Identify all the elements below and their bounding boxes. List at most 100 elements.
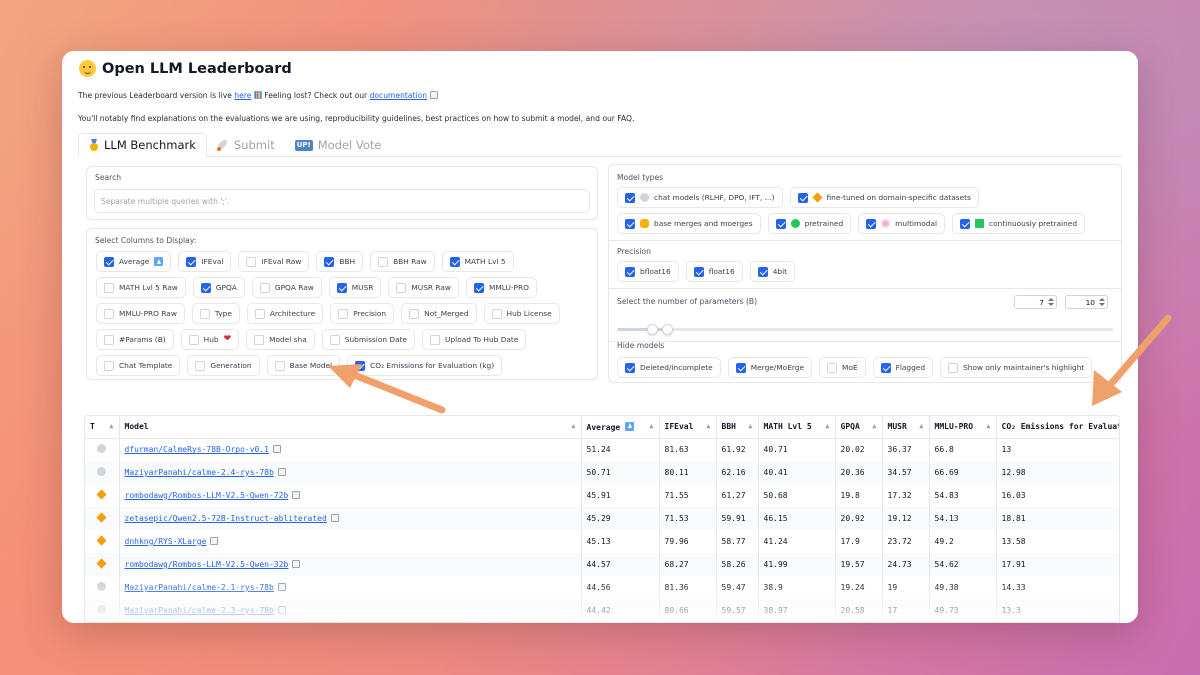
slider-thumb-min[interactable] [646,324,658,335]
checkbox-model_types-3[interactable]: pretrained [767,213,852,234]
checkbox-box[interactable] [274,360,285,371]
params-slider[interactable] [617,324,1113,335]
checkbox-model_types-0[interactable]: chat models (RLHF, DPO, IFT, ...) [617,187,783,208]
checkbox-box[interactable] [449,256,460,267]
tab-llm-benchmark[interactable]: LLM Benchmark [78,133,207,157]
checkbox-hide_models-2[interactable]: MoE [819,357,866,378]
checkbox-box[interactable] [355,360,366,371]
checkbox-box[interactable] [827,362,838,373]
tab-submit[interactable]: Submit [207,133,285,157]
column-header[interactable]: ▲ BBH [716,416,759,439]
checkbox-box[interactable] [693,266,704,277]
checkbox-box[interactable] [757,266,768,277]
checkbox-box[interactable] [254,334,265,345]
sort-icon[interactable]: ▲ [825,422,829,430]
column-header[interactable]: ▲ MMLU-PRO [929,416,997,439]
params-max-input[interactable]: 10 [1065,295,1108,309]
checkbox-columns-1[interactable]: IFEval [178,251,232,272]
checkbox-columns-23[interactable]: Chat Template [96,355,181,376]
sort-icon[interactable]: ▲ [706,422,710,430]
documentation-link[interactable]: documentation [370,91,428,100]
checkbox-box[interactable] [254,308,265,319]
model-link[interactable]: MaziyarPanahi/calme-2.3-rys-78b [125,606,274,615]
checkbox-box[interactable] [960,218,971,229]
checkbox-box[interactable] [246,256,257,267]
checkbox-columns-21[interactable]: Submission Date [321,329,416,350]
copy-page-icon[interactable] [330,514,339,522]
checkbox-box[interactable] [735,362,746,373]
column-header[interactable]: ▲ T [85,416,120,439]
checkbox-box[interactable] [259,282,270,293]
column-header[interactable]: ▲ GPQA [835,416,883,439]
checkbox-columns-10[interactable]: MUSR Raw [388,277,459,298]
search-input[interactable]: Separate multiple queries with ';'. [94,189,590,213]
checkbox-columns-4[interactable]: BBH Raw [370,251,435,272]
checkbox-box[interactable] [775,218,786,229]
tab-model-vote[interactable]: UP! Model Vote [285,133,392,157]
checkbox-box[interactable] [866,218,877,229]
model-link[interactable]: rombodawg/Rombos-LLM-V2.5-Qwen-32b [125,560,289,569]
checkbox-box[interactable] [625,192,635,203]
copy-page-icon[interactable] [277,468,286,476]
copy-page-icon[interactable] [292,491,301,499]
checkbox-box[interactable] [324,256,335,267]
checkbox-columns-20[interactable]: Model sha [246,329,315,350]
checkbox-box[interactable] [186,256,197,267]
checkbox-columns-17[interactable]: Hub License [483,303,560,324]
checkbox-box[interactable] [396,282,407,293]
checkbox-box[interactable] [625,218,635,229]
checkbox-columns-19[interactable]: Hub ❤ [180,329,240,350]
copy-page-icon[interactable] [210,537,219,545]
checkbox-columns-16[interactable]: Not_Merged [401,303,477,324]
checkbox-columns-18[interactable]: #Params (B) [96,329,174,350]
checkbox-box[interactable] [336,282,347,293]
column-header[interactable]: ▲ IFEval [659,416,717,439]
copy-page-icon[interactable] [277,606,286,614]
checkbox-columns-11[interactable]: MMLU-PRO [465,277,537,298]
sort-icon[interactable]: ▲ [571,422,575,430]
model-link[interactable]: MaziyarPanahi/calme-2.4-rys-78b [125,468,274,477]
checkbox-box[interactable] [104,360,114,371]
checkbox-box[interactable] [625,362,635,373]
checkbox-box[interactable] [104,256,114,267]
model-link[interactable]: MaziyarPanahi/calme-2.1-rys-78b [125,583,274,592]
checkbox-box[interactable] [200,282,211,293]
checkbox-box[interactable] [188,334,199,345]
checkbox-box[interactable] [104,308,114,319]
checkbox-box[interactable] [329,334,340,345]
slider-thumb-max[interactable] [661,324,673,335]
sort-icon[interactable]: ▲ [986,422,990,430]
sort-icon[interactable]: ▲ [919,422,923,430]
checkbox-box[interactable] [104,282,114,293]
checkbox-columns-5[interactable]: MATH Lvl 5 [441,251,514,272]
checkbox-columns-9[interactable]: MUSR [328,277,382,298]
checkbox-precision-2[interactable]: 4bit [749,261,796,282]
checkbox-model_types-1[interactable]: fine-tuned on domain-specific datasets [789,187,979,208]
checkbox-columns-7[interactable]: GPQA [192,277,245,298]
checkbox-columns-24[interactable]: Generation [187,355,260,376]
copy-page-icon[interactable] [273,445,281,454]
column-header[interactable]: ▲ MATH Lvl 5 [758,416,836,439]
copy-page-icon[interactable] [277,583,286,591]
checkbox-columns-8[interactable]: GPQA Raw [251,277,322,298]
sort-icon[interactable]: ▲ [649,422,653,430]
checkbox-columns-12[interactable]: MMLU-PRO Raw [96,303,185,324]
checkbox-hide_models-1[interactable]: Merge/MoErge [727,357,813,378]
checkbox-model_types-2[interactable]: base merges and moerges [617,213,761,234]
sort-icon[interactable]: ▲ [109,422,113,430]
checkbox-columns-6[interactable]: MATH Lvl 5 Raw [96,277,186,298]
checkbox-box[interactable] [880,362,891,373]
checkbox-columns-3[interactable]: BBH [316,251,364,272]
checkbox-columns-14[interactable]: Architecture [246,303,324,324]
checkbox-columns-25[interactable]: Base Model [266,355,341,376]
sort-icon[interactable]: ▲ [872,422,876,430]
params-min-input[interactable]: 7 [1014,295,1057,309]
checkbox-columns-26[interactable]: CO₂ Emissions for Evaluation (kg) [347,355,503,376]
checkbox-hide_models-3[interactable]: Flagged [872,357,934,378]
checkbox-box[interactable] [409,308,420,319]
model-link[interactable]: dnhkng/RYS-XLarge [125,537,207,546]
checkbox-box[interactable] [199,308,210,319]
column-header[interactable]: CO₂ Emissions for Evaluation (kg) [996,416,1119,439]
checkbox-model_types-4[interactable]: multimodal [858,213,946,234]
checkbox-box[interactable] [473,282,484,293]
